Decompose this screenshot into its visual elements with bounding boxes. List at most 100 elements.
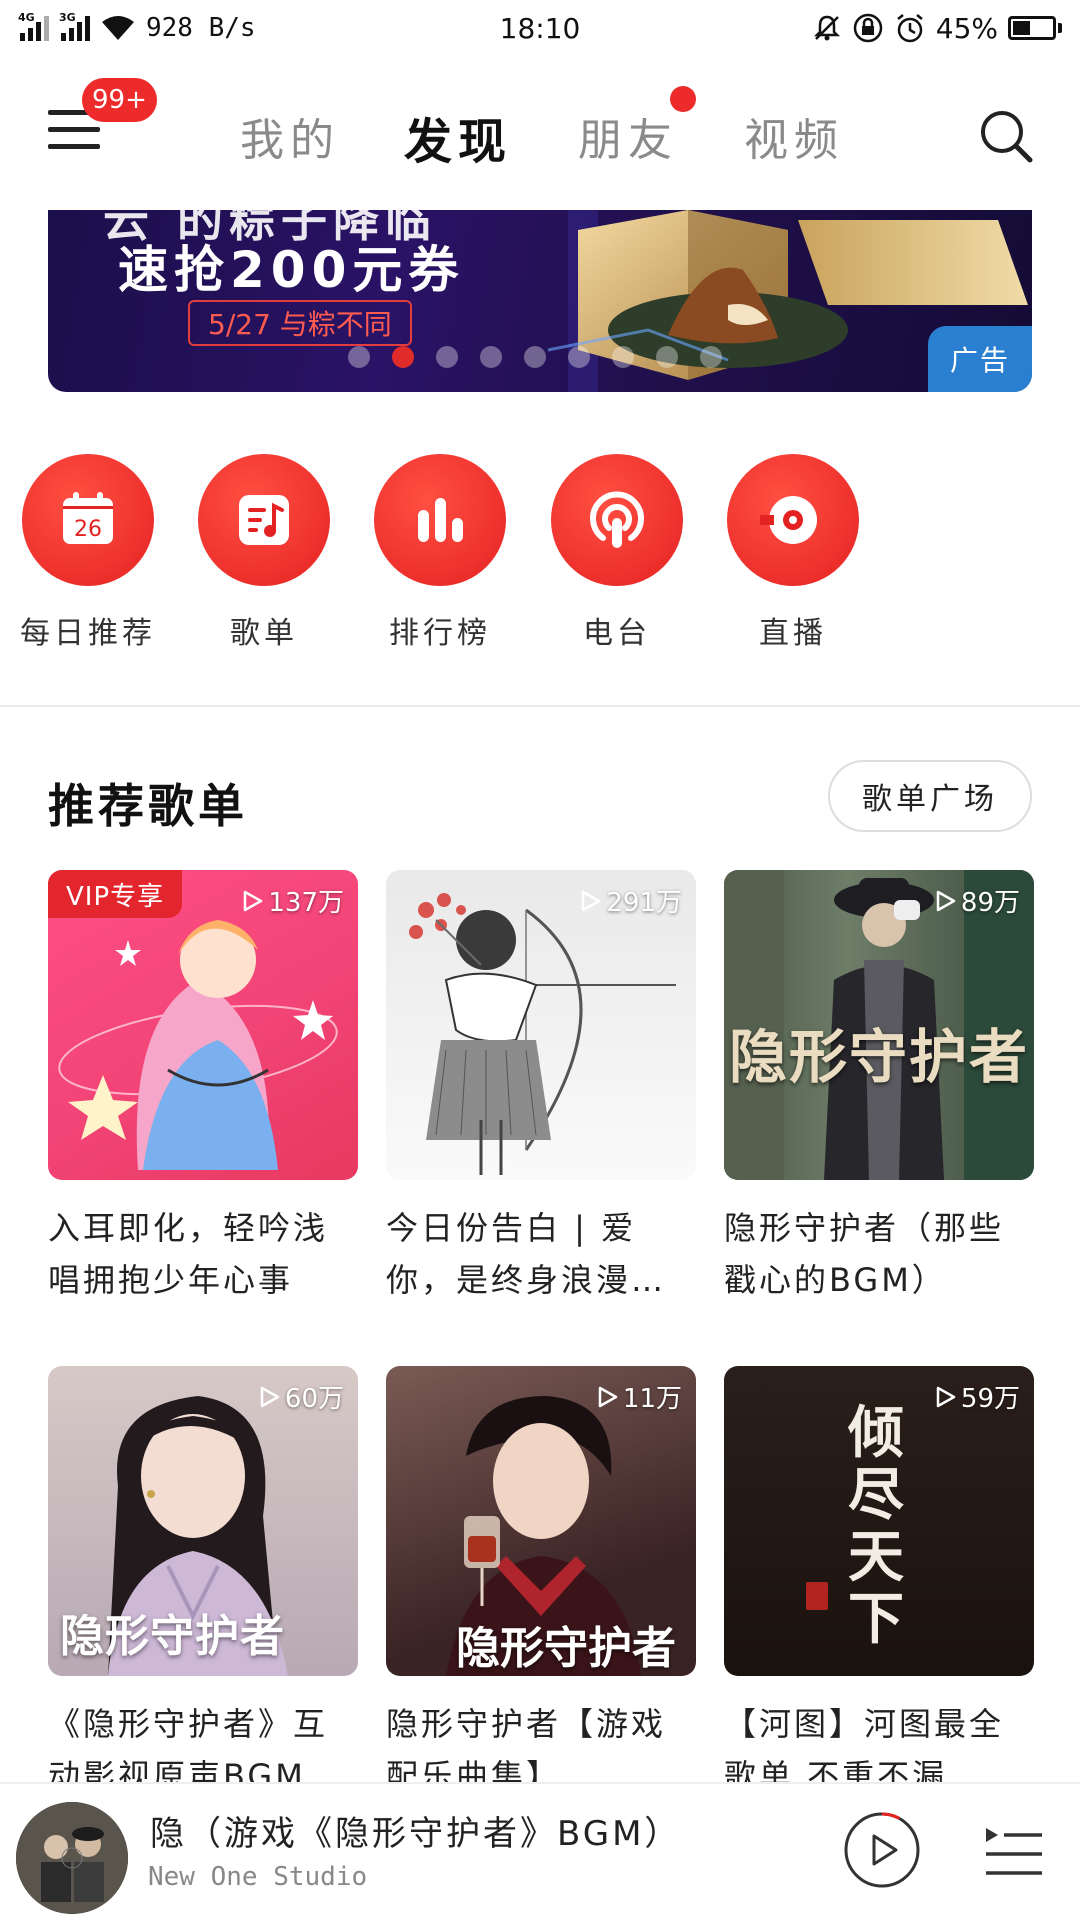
cover-title-text: 倾尽天下	[848, 1400, 904, 1652]
playlist-card[interactable]: 291万 今日份告白 | 爱你，是终身浪漫…	[386, 870, 696, 1306]
playlist-card[interactable]: 隐形守护者 60万 《隐形守护者》互动影视原声BGM…	[48, 1366, 358, 1802]
playlist-cover: 倾尽天下 59万	[724, 1366, 1034, 1676]
net-label-3g: 3G	[59, 11, 76, 24]
playlist-card[interactable]: 隐形守护者 89万 隐形守护者（那些戳心的BGM）	[724, 870, 1034, 1306]
entry-label: 排行榜	[389, 616, 491, 651]
playlist-cover: 隐形守护者 89万	[724, 870, 1034, 1180]
play-count-value: 89万	[960, 888, 1020, 918]
playlist-cover: 291万	[386, 870, 696, 1180]
play-icon	[598, 1386, 618, 1407]
play-count-value: 137万	[268, 888, 344, 918]
entry-label: 直播	[759, 616, 827, 651]
seal-stamp	[806, 1582, 828, 1610]
play-count: 137万	[240, 882, 344, 919]
alarm-icon	[896, 14, 923, 43]
battery-icon	[1008, 16, 1062, 40]
now-playing-title: 隐（游戏《隐形守护者》BGM）	[150, 1814, 682, 1854]
section-title: 推荐歌单	[48, 779, 248, 833]
pager-dot[interactable]	[392, 346, 414, 368]
tab-video[interactable]: 视频	[744, 104, 844, 168]
mini-player[interactable]: 隐（游戏《隐形守护者》BGM） New One Studio	[0, 1782, 1080, 1920]
net-speed: 928 B/s	[146, 13, 256, 43]
pager-dot[interactable]	[480, 346, 502, 368]
play-icon	[936, 890, 956, 911]
status-left: 4G 3G 928 B/s	[18, 11, 256, 43]
search-icon[interactable]	[978, 108, 1034, 164]
playlist-card[interactable]: 倾尽天下 59万 【河图】河图最全歌单 不重不漏	[724, 1366, 1034, 1802]
section-divider	[0, 705, 1080, 707]
playlist-queue-icon[interactable]	[984, 1824, 1044, 1880]
playlist-title: 隐形守护者（那些戳心的BGM）	[724, 1209, 1005, 1299]
play-count: 59万	[933, 1378, 1020, 1415]
playlist-cover: VIP专享 137万	[48, 870, 358, 1180]
play-icon	[244, 890, 263, 911]
pager-dot[interactable]	[436, 346, 458, 368]
playlist-square-button[interactable]: 歌单广场	[828, 760, 1032, 832]
banner-pager-dots	[348, 346, 722, 368]
entry-label: 歌单	[230, 616, 298, 651]
ad-label: 广告	[928, 326, 1032, 392]
playlist-title: 入耳即化，轻吟浅唱拥抱少年心事	[48, 1209, 329, 1299]
entry-label: 每日推荐	[20, 616, 156, 651]
chart-icon	[374, 454, 506, 586]
main-tabs: 我的 发现 朋友 视频	[0, 104, 1080, 170]
quick-entries: 26 每日推荐 歌单 排行榜 电台 直播	[0, 454, 1080, 654]
play-count-value: 59万	[960, 1384, 1020, 1414]
play-count-value: 291万	[606, 888, 682, 918]
wifi-icon	[102, 16, 134, 40]
pager-dot[interactable]	[656, 346, 678, 368]
entry-radio[interactable]: 电台	[537, 454, 697, 652]
play-pause-button[interactable]	[842, 1810, 922, 1890]
play-count-value: 60万	[284, 1384, 344, 1414]
entry-charts[interactable]: 排行榜	[360, 454, 520, 652]
cover-title-text: 隐形守护者	[456, 1623, 676, 1674]
friends-unread-dot	[670, 86, 696, 112]
playlist-title: 今日份告白 | 爱你，是终身浪漫…	[386, 1209, 667, 1299]
banner-date-pill: 5/27 与粽不同	[188, 300, 412, 346]
tab-friends[interactable]: 朋友	[578, 104, 678, 168]
play-icon	[582, 890, 601, 911]
tab-discover[interactable]: 发现	[404, 102, 512, 172]
rotation-lock-icon	[853, 13, 883, 43]
playlist-card[interactable]: VIP专享 137万 入耳即化，轻吟浅唱拥抱少年心事	[48, 870, 358, 1306]
entry-daily-recommend[interactable]: 26 每日推荐	[8, 454, 168, 652]
net-label-4g: 4G	[18, 11, 35, 24]
entry-playlist[interactable]: 歌单	[184, 454, 344, 652]
play-count: 89万	[933, 882, 1020, 919]
play-count: 291万	[578, 882, 682, 919]
signal-4g-icon: 4G	[18, 11, 49, 41]
now-playing-cover	[16, 1802, 128, 1914]
now-playing-artist: New One Studio	[148, 1862, 368, 1892]
playlist-card[interactable]: 隐形守护者 11万 隐形守护者【游戏配乐曲集】	[386, 1366, 696, 1802]
play-count-value: 11万	[622, 1384, 682, 1414]
status-right: 45%	[812, 12, 1062, 45]
tab-mine[interactable]: 我的	[240, 104, 340, 168]
promo-banner[interactable]: 云 的粽子降临 速抢200元券 5/27 与粽不同 广告	[48, 210, 1032, 392]
entry-live[interactable]: 直播	[713, 454, 873, 652]
play-icon	[936, 1386, 956, 1407]
playlist-icon	[198, 454, 330, 586]
live-icon	[727, 454, 859, 586]
entry-label: 电台	[583, 616, 651, 651]
play-icon	[260, 1386, 280, 1407]
pager-dot[interactable]	[612, 346, 634, 368]
top-nav: 99+ 我的 发现 朋友 视频	[0, 56, 1080, 206]
play-count: 60万	[257, 1378, 344, 1415]
banner-headline: 速抢200元券	[118, 241, 465, 299]
battery-percent: 45%	[935, 11, 998, 45]
app-root: 4G 3G 928 B/s 18:10 45% 99+ 我的 发现 朋友 视频 …	[0, 0, 1080, 1920]
vip-badge: VIP专享	[48, 870, 183, 918]
pager-dot[interactable]	[348, 346, 370, 368]
cover-title-text: 隐形守护者	[728, 1023, 1029, 1091]
status-bar: 4G 3G 928 B/s 18:10 45%	[0, 0, 1080, 56]
pager-dot[interactable]	[524, 346, 546, 368]
pager-dot[interactable]	[568, 346, 590, 368]
play-count: 11万	[595, 1378, 682, 1415]
pager-dot[interactable]	[700, 346, 722, 368]
signal-3g-icon: 3G	[59, 11, 90, 41]
radio-icon	[551, 454, 683, 586]
mute-bell-icon	[813, 15, 840, 41]
calendar-icon: 26	[22, 454, 154, 586]
svg-text:26: 26	[74, 517, 102, 542]
playlist-cover: 隐形守护者 60万	[48, 1366, 358, 1676]
